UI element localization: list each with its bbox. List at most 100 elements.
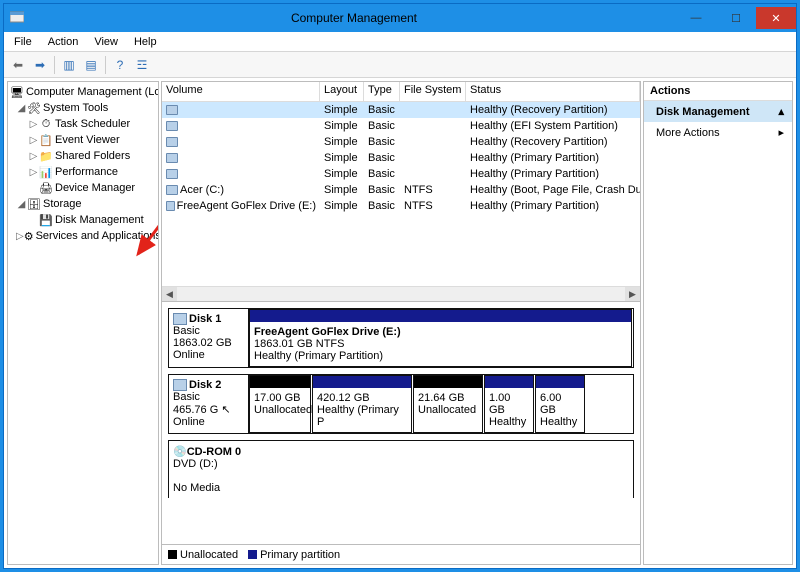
vol-layout: Simple — [320, 104, 364, 116]
tree-shared-folders[interactable]: ▷📁Shared Folders — [10, 148, 156, 164]
volume-icon — [166, 105, 178, 115]
collapse-icon[interactable]: ◢ — [16, 199, 27, 210]
partition-stripe — [536, 376, 584, 388]
close-button[interactable]: ✕ — [756, 7, 796, 29]
part-name: FreeAgent GoFlex Drive (E:) — [254, 326, 627, 338]
disk-icon: 💾 — [39, 213, 53, 227]
disk2-partition-3[interactable]: 21.64 GBUnallocated — [413, 375, 483, 433]
disk-header-cdrom[interactable]: 💿CD-ROM 0 DVD (D:) No Media — [169, 441, 249, 498]
scroll-right-icon[interactable]: ▶ — [625, 287, 640, 302]
menu-view[interactable]: View — [88, 35, 124, 49]
disk2-partition-5[interactable]: 6.00 GBHealthy — [535, 375, 585, 433]
expand-icon[interactable]: ▷ — [28, 135, 39, 146]
col-volume[interactable]: Volume — [162, 82, 320, 101]
expand-icon[interactable]: ▷ — [28, 167, 39, 178]
tree-device-manager[interactable]: 🖨Device Manager — [10, 180, 156, 196]
disk1-state: Online — [173, 349, 205, 361]
expand-icon[interactable]: ▷ — [16, 231, 24, 242]
vol-type: Basic — [364, 168, 400, 180]
separator — [105, 56, 106, 74]
col-layout[interactable]: Layout — [320, 82, 364, 101]
volume-row[interactable]: SimpleBasicHealthy (Recovery Partition) — [162, 102, 640, 118]
back-button[interactable]: ⬅ — [8, 55, 28, 75]
vol-type: Basic — [364, 200, 400, 212]
disk-header-2[interactable]: Disk 2 Basic 465.76 G ↖ Online — [169, 375, 249, 433]
tree-task-scheduler[interactable]: ▷⏱Task Scheduler — [10, 116, 156, 132]
disk2-partition-1[interactable]: 17.00 GBUnallocated — [249, 375, 311, 433]
tree-disk-management[interactable]: 💾Disk Management — [10, 212, 156, 228]
vol-fs: NTFS — [400, 200, 466, 212]
disk2-partition-4[interactable]: 1.00 GBHealthy — [484, 375, 534, 433]
help-button[interactable]: ? — [110, 55, 130, 75]
col-type[interactable]: Type — [364, 82, 400, 101]
maximize-button[interactable]: ☐ — [716, 7, 756, 29]
volume-row[interactable]: Acer (C:)SimpleBasicNTFSHealthy (Boot, P… — [162, 182, 640, 198]
vol-type: Basic — [364, 152, 400, 164]
center-pane: Volume Layout Type File System Status Si… — [161, 81, 641, 565]
col-filesystem[interactable]: File System — [400, 82, 466, 101]
disk-row-cdrom[interactable]: 💿CD-ROM 0 DVD (D:) No Media — [168, 440, 634, 498]
vol-layout: Simple — [320, 200, 364, 212]
vol-layout: Simple — [320, 120, 364, 132]
vol-layout: Simple — [320, 152, 364, 164]
cdrom-name: CD-ROM 0 — [187, 446, 241, 458]
services-icon: ⚙ — [24, 229, 34, 243]
menubar: File Action View Help — [4, 32, 796, 52]
collapse-icon[interactable]: ◢ — [16, 103, 27, 114]
tree-performance[interactable]: ▷📊Performance — [10, 164, 156, 180]
col-status[interactable]: Status — [466, 82, 640, 101]
minimize-button[interactable]: — — [676, 7, 716, 29]
cdrom-icon: 💿 — [173, 446, 187, 458]
volume-row[interactable]: FreeAgent GoFlex Drive (E:)SimpleBasicNT… — [162, 198, 640, 214]
settings-button[interactable]: ☲ — [132, 55, 152, 75]
part-size: 1863.01 GB NTFS — [254, 338, 627, 350]
menu-file[interactable]: File — [8, 35, 38, 49]
tree-event-viewer[interactable]: ▷📋Event Viewer — [10, 132, 156, 148]
disk-row-1[interactable]: Disk 1 Basic 1863.02 GB Online FreeAgent… — [168, 308, 634, 368]
disk-icon — [173, 313, 187, 325]
actions-disk-management[interactable]: Disk Management▴ — [644, 101, 792, 122]
event-icon: 📋 — [39, 133, 53, 147]
show-hide-tree-button[interactable]: ▥ — [59, 55, 79, 75]
partition-stripe — [250, 310, 631, 322]
refresh-button[interactable]: ▤ — [81, 55, 101, 75]
disk-header-1[interactable]: Disk 1 Basic 1863.02 GB Online — [169, 309, 249, 367]
expand-icon[interactable]: ▷ — [28, 119, 39, 130]
disk-map[interactable]: Disk 1 Basic 1863.02 GB Online FreeAgent… — [162, 302, 640, 544]
tree-storage[interactable]: ◢🗄Storage — [10, 196, 156, 212]
separator — [54, 56, 55, 74]
menu-help[interactable]: Help — [128, 35, 163, 49]
part-status: Healthy (Primary P — [317, 404, 407, 428]
volume-row[interactable]: SimpleBasicHealthy (Primary Partition) — [162, 166, 640, 182]
part-status: Unallocated — [254, 404, 306, 416]
volume-row[interactable]: SimpleBasicHealthy (Recovery Partition) — [162, 134, 640, 150]
disk2-partition-2[interactable]: 420.12 GBHealthy (Primary P — [312, 375, 412, 433]
scroll-track[interactable] — [177, 287, 625, 302]
disk1-partition-1[interactable]: FreeAgent GoFlex Drive (E:) 1863.01 GB N… — [249, 309, 632, 367]
forward-button[interactable]: ➡ — [30, 55, 50, 75]
vol-status: Healthy (Recovery Partition) — [466, 104, 640, 116]
legend-primary: Primary partition — [260, 549, 340, 561]
expand-icon[interactable]: ▷ — [28, 151, 39, 162]
disk-row-2[interactable]: Disk 2 Basic 465.76 G ↖ Online 17.00 GBU… — [168, 374, 634, 434]
partition-stripe — [485, 376, 533, 388]
part-size: 1.00 GB — [489, 392, 529, 416]
scroll-left-icon[interactable]: ◀ — [162, 287, 177, 302]
computer-icon: 🖥 — [10, 85, 24, 99]
h-scrollbar[interactable]: ◀ ▶ — [162, 286, 640, 301]
legend-unalloc-swatch — [168, 550, 177, 559]
actions-more[interactable]: More Actions▸ — [644, 122, 792, 143]
body: 🖥Computer Management (Local ◢🛠System Too… — [4, 78, 796, 568]
volume-body[interactable]: SimpleBasicHealthy (Recovery Partition)S… — [162, 102, 640, 286]
volume-row[interactable]: SimpleBasicHealthy (EFI System Partition… — [162, 118, 640, 134]
folder-icon: 📁 — [39, 149, 53, 163]
titlebar[interactable]: Computer Management — ☐ ✕ — [4, 4, 796, 32]
menu-action[interactable]: Action — [42, 35, 85, 49]
part-status: Healthy (Primary Partition) — [254, 350, 627, 362]
cdrom-type: DVD (D:) — [173, 458, 218, 470]
tree-services-apps[interactable]: ▷⚙Services and Applications — [10, 228, 156, 244]
volume-row[interactable]: SimpleBasicHealthy (Primary Partition) — [162, 150, 640, 166]
tree-root[interactable]: 🖥Computer Management (Local — [10, 84, 156, 100]
tree-system-tools[interactable]: ◢🛠System Tools — [10, 100, 156, 116]
vol-fs: NTFS — [400, 184, 466, 196]
